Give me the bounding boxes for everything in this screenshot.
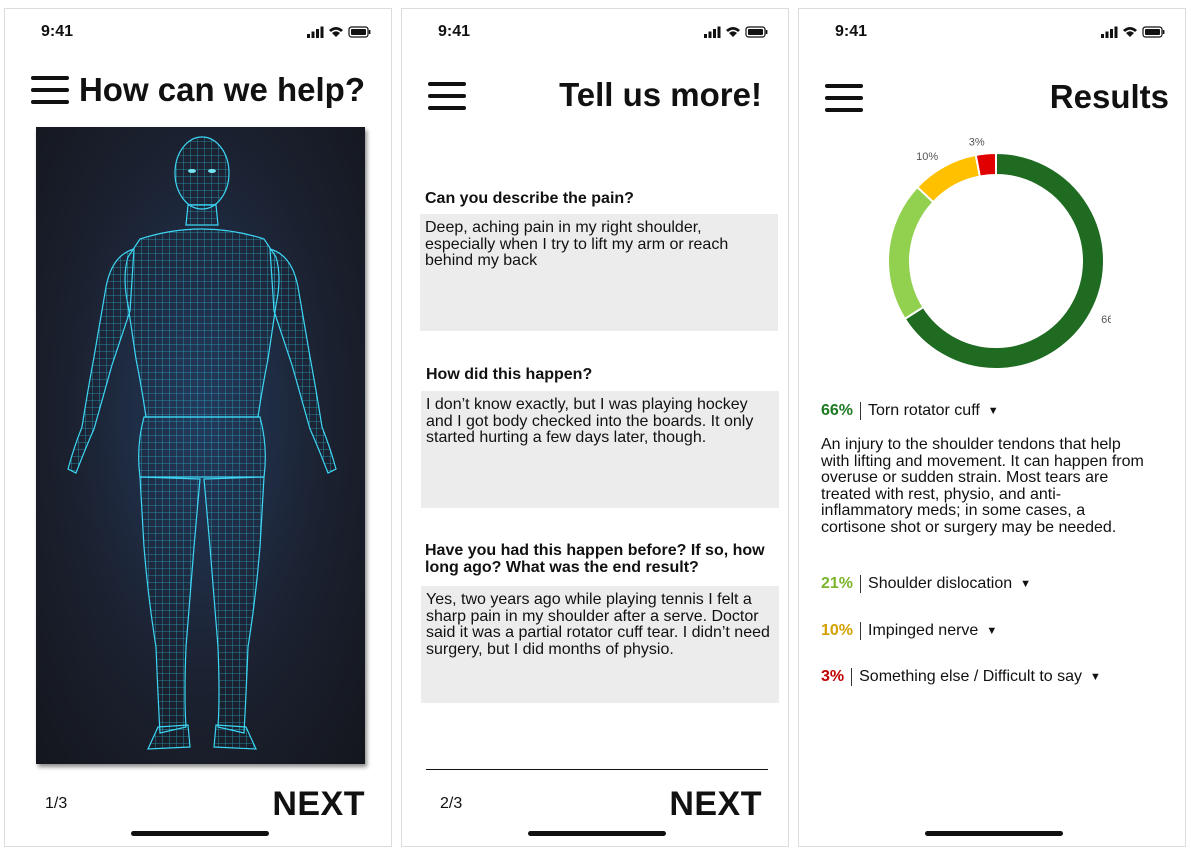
result-item-torn-rotator-cuff[interactable]: 66% Torn rotator cuff ▼ xyxy=(821,402,999,420)
result-description: An injury to the shoulder tendons that h… xyxy=(821,436,1144,536)
question-label: Can you describe the pain? xyxy=(425,190,634,207)
home-indicator[interactable] xyxy=(925,831,1063,836)
status-icons xyxy=(1101,26,1165,38)
donut-slice xyxy=(974,151,997,178)
separator xyxy=(860,622,862,640)
menu-icon[interactable] xyxy=(428,82,466,110)
home-indicator[interactable] xyxy=(131,831,269,836)
question-label: Have you had this happen before? If so, … xyxy=(425,542,765,576)
question-label: How did this happen? xyxy=(426,366,593,383)
chevron-down-icon: ▼ xyxy=(1090,671,1101,683)
wireframe-body-figure xyxy=(67,136,337,750)
answer-field-cause[interactable]: I don’t know exactly, but I was playing … xyxy=(421,391,779,508)
result-name: Torn rotator cuff xyxy=(868,402,980,419)
answer-field-pain[interactable]: Deep, aching pain in my right shoulder, … xyxy=(420,214,778,331)
donut-slice-label: 66% xyxy=(1101,314,1111,326)
screen-body-select: 9:41 How can we help? 1/3 NEXT xyxy=(4,8,392,847)
result-item-something-else[interactable]: 3% Something else / Difficult to say ▼ xyxy=(821,668,1101,686)
page-title: How can we help? xyxy=(78,71,365,108)
menu-icon[interactable] xyxy=(825,84,863,112)
chevron-down-icon: ▼ xyxy=(1020,578,1032,590)
chevron-down-icon: ▼ xyxy=(986,625,998,637)
status-time: 9:41 xyxy=(41,23,74,40)
next-button[interactable]: NEXT xyxy=(669,785,762,824)
menu-icon[interactable] xyxy=(31,76,69,104)
answer-field-history[interactable]: Yes, two years ago while playing tennis … xyxy=(421,586,779,703)
result-percent: 66% xyxy=(821,402,854,419)
result-percent: 10% xyxy=(821,622,854,639)
status-time: 9:41 xyxy=(835,23,868,40)
page-indicator: 2/3 xyxy=(440,795,463,812)
results-donut-chart: 66%21%10%3% xyxy=(887,137,1111,370)
result-item-shoulder-dislocation[interactable]: 21% Shoulder dislocation ▼ xyxy=(821,575,1031,593)
screen-questions: 9:41 Tell us more! Can you describe the … xyxy=(401,8,789,847)
donut-slice-label: 10% xyxy=(916,151,938,163)
page-indicator: 1/3 xyxy=(45,795,68,812)
page-title: Tell us more! xyxy=(559,76,762,113)
donut-slice-label: 3% xyxy=(969,137,985,149)
separator xyxy=(860,575,862,593)
donut-slice xyxy=(887,185,935,321)
page-title: Results xyxy=(1049,78,1169,115)
result-percent: 21% xyxy=(821,575,854,592)
status-icons xyxy=(307,26,371,38)
screen-results: 9:41 Results 66% 21% 10% 3% 66% Torn rotato… xyxy=(798,8,1186,847)
result-name: Impinged nerve xyxy=(868,622,979,639)
result-item-impinged-nerve[interactable]: 10% Impinged nerve ▼ xyxy=(821,622,997,640)
status-time: 9:41 xyxy=(438,23,471,40)
next-button[interactable]: NEXT xyxy=(272,785,365,824)
divider xyxy=(426,769,768,770)
home-indicator[interactable] xyxy=(528,831,666,836)
body-map-image[interactable] xyxy=(36,127,365,764)
result-name: Something else / Difficult to say xyxy=(859,668,1083,685)
status-icons xyxy=(704,26,768,38)
result-percent: 3% xyxy=(821,668,845,685)
separator xyxy=(860,402,862,420)
result-name: Shoulder dislocation xyxy=(868,575,1013,592)
separator xyxy=(851,668,853,686)
chevron-down-icon: ▼ xyxy=(987,405,999,417)
